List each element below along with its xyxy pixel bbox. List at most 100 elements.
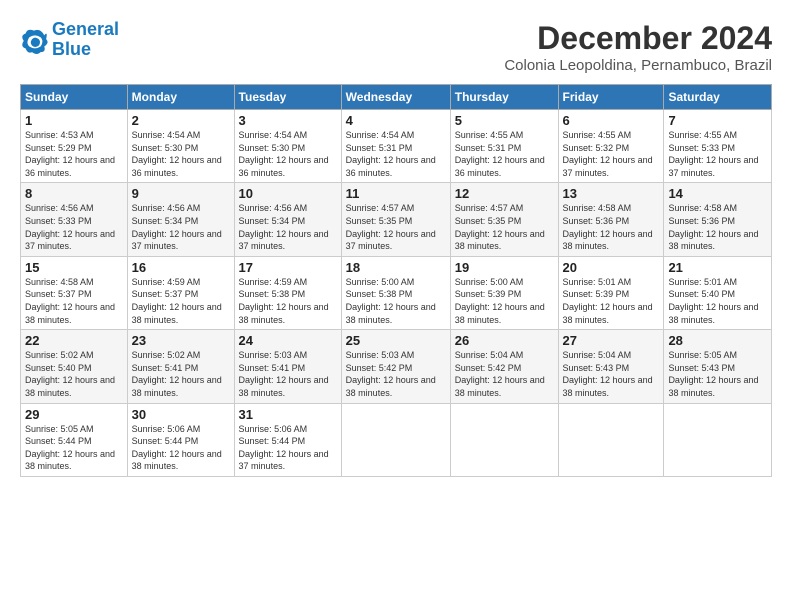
calendar-cell: 26Sunrise: 5:04 AMSunset: 5:42 PMDayligh…	[450, 330, 558, 403]
day-info: Sunrise: 5:04 AMSunset: 5:42 PMDaylight:…	[455, 349, 554, 399]
calendar-week-3: 15Sunrise: 4:58 AMSunset: 5:37 PMDayligh…	[21, 256, 772, 329]
day-info: Sunrise: 5:01 AMSunset: 5:40 PMDaylight:…	[668, 276, 767, 326]
day-info: Sunrise: 5:00 AMSunset: 5:39 PMDaylight:…	[455, 276, 554, 326]
day-info: Sunrise: 4:55 AMSunset: 5:31 PMDaylight:…	[455, 129, 554, 179]
calendar-table: SundayMondayTuesdayWednesdayThursdayFrid…	[20, 84, 772, 477]
day-number: 29	[25, 407, 123, 422]
day-info: Sunrise: 5:06 AMSunset: 5:44 PMDaylight:…	[239, 423, 337, 473]
day-number: 10	[239, 186, 337, 201]
day-info: Sunrise: 5:06 AMSunset: 5:44 PMDaylight:…	[132, 423, 230, 473]
day-info: Sunrise: 5:00 AMSunset: 5:38 PMDaylight:…	[346, 276, 446, 326]
day-number: 26	[455, 333, 554, 348]
day-info: Sunrise: 5:05 AMSunset: 5:44 PMDaylight:…	[25, 423, 123, 473]
day-number: 14	[668, 186, 767, 201]
day-info: Sunrise: 4:54 AMSunset: 5:31 PMDaylight:…	[346, 129, 446, 179]
day-info: Sunrise: 4:55 AMSunset: 5:32 PMDaylight:…	[563, 129, 660, 179]
page: General Blue December 2024 Colonia Leopo…	[0, 0, 792, 612]
day-number: 20	[563, 260, 660, 275]
calendar-header-tuesday: Tuesday	[234, 85, 341, 110]
day-number: 9	[132, 186, 230, 201]
calendar-cell: 27Sunrise: 5:04 AMSunset: 5:43 PMDayligh…	[558, 330, 664, 403]
day-number: 25	[346, 333, 446, 348]
day-number: 17	[239, 260, 337, 275]
day-info: Sunrise: 4:59 AMSunset: 5:37 PMDaylight:…	[132, 276, 230, 326]
calendar-cell: 10Sunrise: 4:56 AMSunset: 5:34 PMDayligh…	[234, 183, 341, 256]
day-info: Sunrise: 5:05 AMSunset: 5:43 PMDaylight:…	[668, 349, 767, 399]
calendar-header-friday: Friday	[558, 85, 664, 110]
day-info: Sunrise: 4:58 AMSunset: 5:36 PMDaylight:…	[668, 202, 767, 252]
calendar-header-wednesday: Wednesday	[341, 85, 450, 110]
day-info: Sunrise: 4:55 AMSunset: 5:33 PMDaylight:…	[668, 129, 767, 179]
subtitle: Colonia Leopoldina, Pernambuco, Brazil	[504, 57, 772, 74]
day-number: 16	[132, 260, 230, 275]
day-info: Sunrise: 4:54 AMSunset: 5:30 PMDaylight:…	[132, 129, 230, 179]
calendar-cell: 12Sunrise: 4:57 AMSunset: 5:35 PMDayligh…	[450, 183, 558, 256]
calendar-cell: 28Sunrise: 5:05 AMSunset: 5:43 PMDayligh…	[664, 330, 772, 403]
day-number: 7	[668, 113, 767, 128]
calendar-cell: 7Sunrise: 4:55 AMSunset: 5:33 PMDaylight…	[664, 110, 772, 183]
calendar-cell: 17Sunrise: 4:59 AMSunset: 5:38 PMDayligh…	[234, 256, 341, 329]
calendar-cell: 30Sunrise: 5:06 AMSunset: 5:44 PMDayligh…	[127, 403, 234, 476]
header: General Blue December 2024 Colonia Leopo…	[20, 20, 772, 74]
calendar-cell: 1Sunrise: 4:53 AMSunset: 5:29 PMDaylight…	[21, 110, 128, 183]
day-info: Sunrise: 5:02 AMSunset: 5:40 PMDaylight:…	[25, 349, 123, 399]
day-number: 30	[132, 407, 230, 422]
calendar-cell: 23Sunrise: 5:02 AMSunset: 5:41 PMDayligh…	[127, 330, 234, 403]
calendar-cell: 14Sunrise: 4:58 AMSunset: 5:36 PMDayligh…	[664, 183, 772, 256]
calendar-cell	[664, 403, 772, 476]
logo-text: General Blue	[52, 20, 119, 60]
day-number: 23	[132, 333, 230, 348]
day-number: 5	[455, 113, 554, 128]
day-info: Sunrise: 4:53 AMSunset: 5:29 PMDaylight:…	[25, 129, 123, 179]
calendar-cell: 11Sunrise: 4:57 AMSunset: 5:35 PMDayligh…	[341, 183, 450, 256]
day-number: 28	[668, 333, 767, 348]
day-info: Sunrise: 4:57 AMSunset: 5:35 PMDaylight:…	[455, 202, 554, 252]
calendar-cell: 19Sunrise: 5:00 AMSunset: 5:39 PMDayligh…	[450, 256, 558, 329]
day-number: 18	[346, 260, 446, 275]
calendar-cell: 16Sunrise: 4:59 AMSunset: 5:37 PMDayligh…	[127, 256, 234, 329]
calendar-cell: 20Sunrise: 5:01 AMSunset: 5:39 PMDayligh…	[558, 256, 664, 329]
day-info: Sunrise: 4:57 AMSunset: 5:35 PMDaylight:…	[346, 202, 446, 252]
calendar-cell: 13Sunrise: 4:58 AMSunset: 5:36 PMDayligh…	[558, 183, 664, 256]
logo-line2: Blue	[52, 39, 91, 59]
day-number: 31	[239, 407, 337, 422]
day-number: 2	[132, 113, 230, 128]
day-number: 12	[455, 186, 554, 201]
day-info: Sunrise: 4:54 AMSunset: 5:30 PMDaylight:…	[239, 129, 337, 179]
day-number: 6	[563, 113, 660, 128]
day-number: 22	[25, 333, 123, 348]
calendar-cell: 18Sunrise: 5:00 AMSunset: 5:38 PMDayligh…	[341, 256, 450, 329]
calendar-header-monday: Monday	[127, 85, 234, 110]
calendar-week-5: 29Sunrise: 5:05 AMSunset: 5:44 PMDayligh…	[21, 403, 772, 476]
calendar-header-thursday: Thursday	[450, 85, 558, 110]
calendar-cell: 2Sunrise: 4:54 AMSunset: 5:30 PMDaylight…	[127, 110, 234, 183]
calendar-header-sunday: Sunday	[21, 85, 128, 110]
day-info: Sunrise: 4:58 AMSunset: 5:36 PMDaylight:…	[563, 202, 660, 252]
day-number: 27	[563, 333, 660, 348]
calendar-header-saturday: Saturday	[664, 85, 772, 110]
day-number: 19	[455, 260, 554, 275]
logo-icon	[20, 26, 48, 54]
calendar-cell: 15Sunrise: 4:58 AMSunset: 5:37 PMDayligh…	[21, 256, 128, 329]
day-number: 21	[668, 260, 767, 275]
title-section: December 2024 Colonia Leopoldina, Pernam…	[504, 20, 772, 74]
day-number: 1	[25, 113, 123, 128]
calendar-cell	[341, 403, 450, 476]
calendar-cell: 9Sunrise: 4:56 AMSunset: 5:34 PMDaylight…	[127, 183, 234, 256]
day-info: Sunrise: 5:03 AMSunset: 5:42 PMDaylight:…	[346, 349, 446, 399]
day-info: Sunrise: 4:56 AMSunset: 5:33 PMDaylight:…	[25, 202, 123, 252]
day-info: Sunrise: 5:02 AMSunset: 5:41 PMDaylight:…	[132, 349, 230, 399]
calendar-cell: 3Sunrise: 4:54 AMSunset: 5:30 PMDaylight…	[234, 110, 341, 183]
day-info: Sunrise: 4:58 AMSunset: 5:37 PMDaylight:…	[25, 276, 123, 326]
calendar-week-2: 8Sunrise: 4:56 AMSunset: 5:33 PMDaylight…	[21, 183, 772, 256]
calendar-cell: 22Sunrise: 5:02 AMSunset: 5:40 PMDayligh…	[21, 330, 128, 403]
day-info: Sunrise: 4:59 AMSunset: 5:38 PMDaylight:…	[239, 276, 337, 326]
day-info: Sunrise: 5:01 AMSunset: 5:39 PMDaylight:…	[563, 276, 660, 326]
day-number: 15	[25, 260, 123, 275]
logo-line1: General	[52, 19, 119, 39]
day-info: Sunrise: 5:03 AMSunset: 5:41 PMDaylight:…	[239, 349, 337, 399]
calendar-cell	[558, 403, 664, 476]
day-number: 24	[239, 333, 337, 348]
day-info: Sunrise: 5:04 AMSunset: 5:43 PMDaylight:…	[563, 349, 660, 399]
day-info: Sunrise: 4:56 AMSunset: 5:34 PMDaylight:…	[132, 202, 230, 252]
